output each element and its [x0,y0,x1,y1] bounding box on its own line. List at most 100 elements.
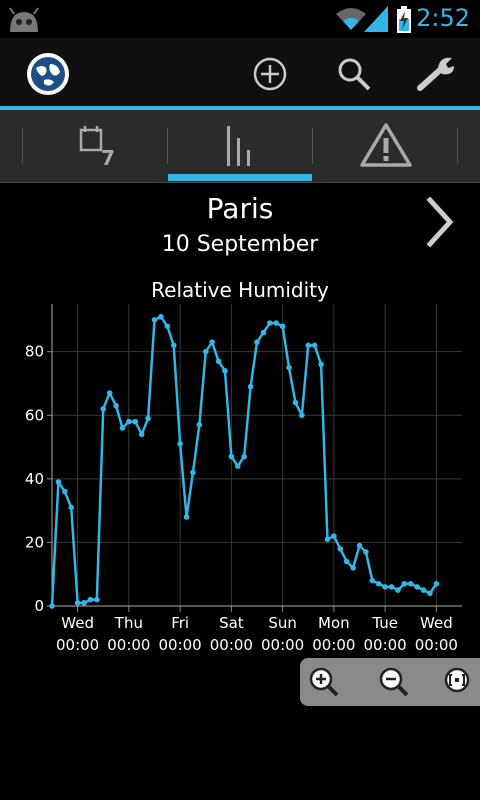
data-point [222,367,228,374]
x-tick-time-label: 00:00 [312,636,355,654]
data-point [55,479,62,485]
data-point [382,584,388,590]
android-logo-icon [6,4,42,38]
data-point [363,549,369,555]
data-point [241,453,247,460]
zoom-controls [300,658,480,706]
data-point [401,580,408,587]
data-point [337,545,344,552]
data-point [49,603,55,609]
warning-icon [359,122,413,172]
x-tick-day-label: Sat [219,614,244,632]
tab-warnings[interactable] [313,110,458,182]
data-point [420,587,427,593]
x-tick-time-label: 00:00 [261,636,304,654]
data-point [81,600,87,606]
x-tick-day-label: Tue [371,614,398,632]
data-point [375,580,382,587]
data-point [299,412,305,419]
data-point [273,320,280,326]
action-bar [0,38,480,106]
data-point [164,323,171,330]
data-point [311,342,318,349]
x-tick-day-label: Mon [318,614,350,632]
data-point [177,441,183,447]
add-icon[interactable] [252,56,288,96]
data-point [433,580,440,587]
tab-bar: 7 [0,110,480,183]
x-tick-day-label: Wed [420,614,453,632]
data-point [62,488,68,495]
data-point [170,342,177,349]
wifi-icon [336,6,366,36]
x-tick-time-label: 00:00 [415,636,458,654]
data-point [427,590,433,597]
y-tick-label: 40 [25,470,44,488]
data-point [151,317,158,323]
chart-title: Relative Humidity [151,278,329,302]
data-point [74,600,81,606]
data-point [94,596,100,603]
data-point [331,533,337,539]
x-tick-time-label: 00:00 [56,636,99,654]
city-name: Paris [206,192,274,225]
battery-charging-icon [396,6,412,38]
zoom-in-icon[interactable] [308,666,340,698]
x-tick-day-label: Sun [268,614,297,632]
data-point [106,390,113,396]
x-tick-time-label: 00:00 [107,636,150,654]
data-point [260,329,267,336]
tab-chart[interactable] [168,110,313,182]
data-point [350,565,356,571]
data-point [395,587,401,593]
data-point [279,323,286,330]
x-tick-day-label: Fri [171,614,189,632]
x-tick-time-label: 00:00 [210,636,253,654]
zoom-out-icon[interactable] [378,666,410,698]
x-tick-time-label: 00:00 [364,636,407,654]
data-point [343,558,350,565]
data-point [202,348,209,355]
status-time: 2:52 [416,4,470,32]
status-bar: 2:52 [0,0,480,38]
y-tick-label: 80 [25,343,44,361]
y-tick-label: 60 [25,406,44,424]
tab-forecast[interactable]: 7 [23,110,168,182]
data-point [100,406,107,412]
data-point [138,431,145,438]
x-tick-day-label: Wed [61,614,94,632]
data-point [215,358,222,365]
data-point [356,542,363,549]
data-point [305,342,312,349]
tab-badge: 7 [101,146,115,170]
data-point [286,364,292,371]
data-point [267,320,273,326]
data-point [132,418,139,425]
zoom-reset-icon[interactable] [442,666,474,698]
chevron-right-icon[interactable] [426,196,454,252]
data-point [158,313,164,320]
forecast-date: 10 September [161,232,319,257]
data-point [190,469,196,476]
data-point [228,453,235,460]
data-point [209,339,215,345]
data-point [87,596,94,603]
data-point [119,425,126,431]
bar-chart-icon [224,124,256,172]
data-point [324,536,331,543]
search-icon[interactable] [336,56,372,96]
data-point [414,584,420,590]
y-tick-label: 0 [34,597,44,615]
data-point [234,463,241,469]
data-point [183,514,190,520]
globe-app-icon[interactable] [26,52,70,100]
signal-icon [364,6,388,36]
data-point [407,580,414,587]
wrench-icon[interactable] [416,54,460,98]
data-point [113,402,119,409]
data-point [126,418,132,425]
x-tick-time-label: 00:00 [159,636,202,654]
data-point [196,422,203,428]
data-point [292,399,299,406]
data-point [145,415,151,422]
